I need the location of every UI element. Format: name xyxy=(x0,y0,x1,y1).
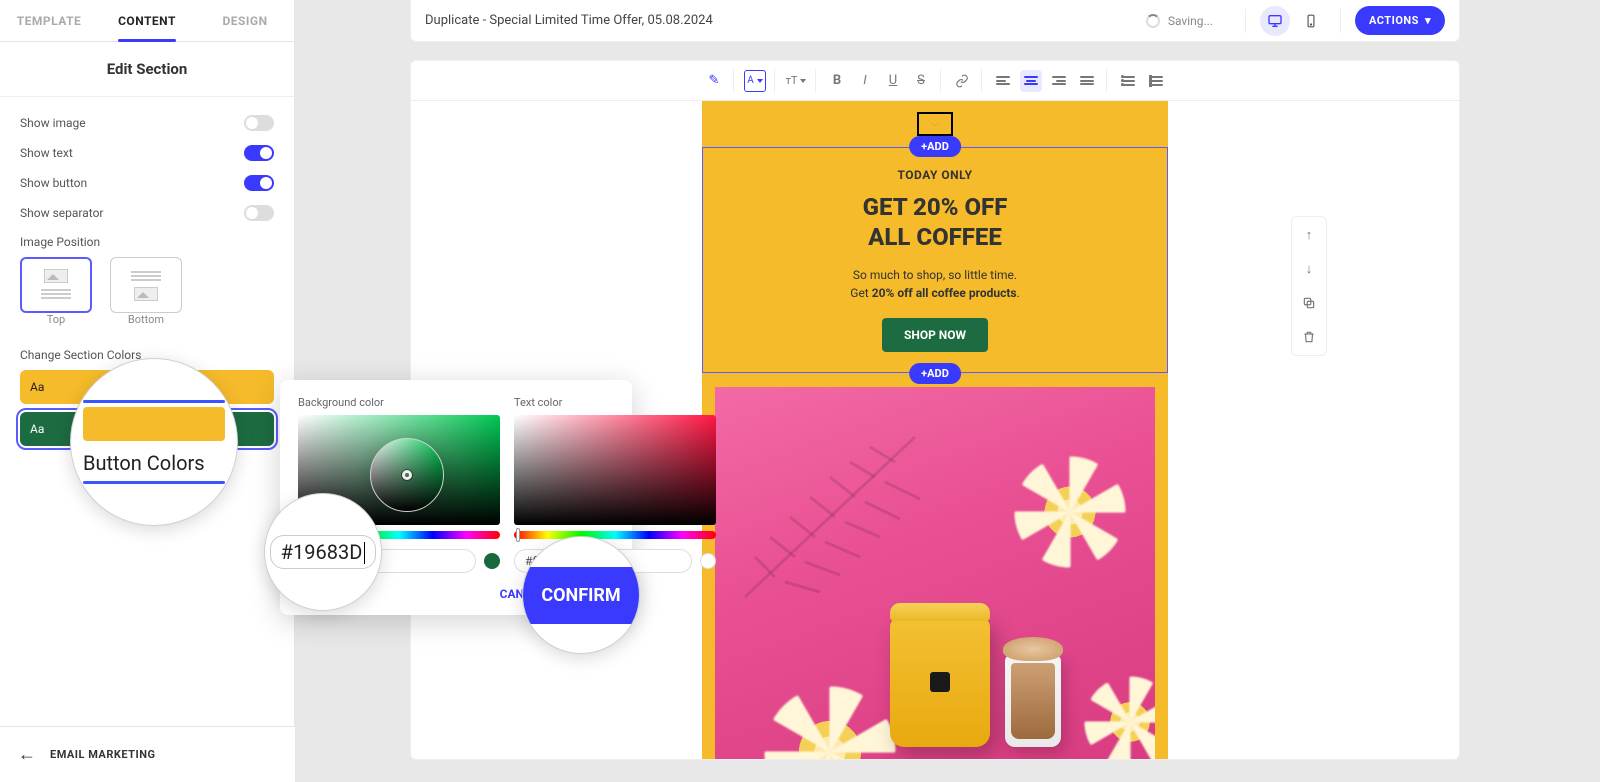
italic-button[interactable]: I xyxy=(854,70,876,92)
promo-body: So much to shop, so little time. Get 20%… xyxy=(733,266,1137,302)
delete-button[interactable] xyxy=(1299,327,1319,347)
selected-section[interactable]: +ADD TODAY ONLY GET 20% OFF ALL COFFEE S… xyxy=(702,147,1168,373)
align-center-button[interactable] xyxy=(1020,70,1042,92)
paint-format-icon[interactable]: ✎ xyxy=(703,70,725,92)
text-saturation-field[interactable] xyxy=(514,415,716,525)
bullet-list-button[interactable] xyxy=(1117,70,1139,92)
chevron-down-icon: ▾ xyxy=(1425,14,1431,27)
flower-decor xyxy=(1025,467,1115,557)
text-hue-slider[interactable] xyxy=(514,531,716,539)
tab-content[interactable]: CONTENT xyxy=(98,0,196,41)
move-down-button[interactable]: ↓ xyxy=(1299,259,1319,279)
number-list-button[interactable] xyxy=(1145,70,1167,92)
bold-button[interactable]: B xyxy=(826,70,848,92)
text-swatch-icon xyxy=(700,553,716,569)
bg-swatch-icon xyxy=(484,553,500,569)
section-title: Edit Section xyxy=(0,42,294,97)
footer-bar: ← EMAIL MARKETING xyxy=(0,726,295,782)
leaf-shadow-icon xyxy=(735,407,995,607)
device-mobile[interactable] xyxy=(1296,6,1326,36)
image-position-bottom[interactable]: Bottom xyxy=(110,257,182,326)
spinner-icon xyxy=(1146,14,1160,28)
magnifier-confirm-label: CONFIRM xyxy=(522,567,640,624)
image-position-options: Top Bottom xyxy=(20,257,274,326)
picker-ring-icon xyxy=(402,470,412,480)
actions-button[interactable]: ACTIONS ▾ xyxy=(1355,6,1445,35)
magnifier-button-colors-label: Button Colors xyxy=(79,445,229,481)
document-title[interactable]: Duplicate - Special Limited Time Offer, … xyxy=(425,13,1128,28)
section-float-actions: ↑ ↓ xyxy=(1291,216,1327,356)
text-hue-cursor[interactable] xyxy=(516,528,520,542)
label-show-text: Show text xyxy=(20,146,73,160)
flower-decor-3 xyxy=(1095,687,1155,757)
align-justify-button[interactable] xyxy=(1076,70,1098,92)
swatch-button-sample: Aa xyxy=(30,422,44,436)
save-status: Saving... xyxy=(1128,14,1231,28)
align-right-button[interactable] xyxy=(1048,70,1070,92)
magnifier-picker-cursor xyxy=(370,438,444,512)
move-up-button[interactable]: ↑ xyxy=(1299,225,1319,245)
toggle-show-separator[interactable] xyxy=(244,205,274,221)
promo-headline: GET 20% OFF ALL COFFEE xyxy=(733,192,1137,252)
shop-now-button[interactable]: SHOP NOW xyxy=(882,318,988,352)
strike-button[interactable]: S xyxy=(910,70,932,92)
actions-button-label: ACTIONS xyxy=(1369,14,1419,27)
hero-image xyxy=(715,387,1155,760)
device-desktop[interactable] xyxy=(1260,6,1290,36)
device-toggle xyxy=(1260,6,1326,36)
save-status-text: Saving... xyxy=(1168,14,1213,28)
image-position-top-label: Top xyxy=(20,313,92,326)
label-show-image: Show image xyxy=(20,116,86,130)
tab-template[interactable]: TEMPLATE xyxy=(0,0,98,41)
magnifier-hex: #19683D xyxy=(264,493,382,611)
add-below-button[interactable]: +ADD xyxy=(909,363,961,384)
toggle-show-text[interactable] xyxy=(244,145,274,161)
image-position-bottom-label: Bottom xyxy=(110,313,182,326)
bg-color-label: Background color xyxy=(298,396,500,409)
tab-design[interactable]: DESIGN xyxy=(196,0,294,41)
swatch-text-sample: Aa xyxy=(30,380,44,394)
body-line2: Get 20% off all coffee products. xyxy=(733,284,1137,302)
magnifier-button-colors: Button Colors xyxy=(70,358,238,526)
rich-text-toolbar: ✎ A тT B I U S xyxy=(411,61,1459,101)
headline-line1: GET 20% OFF xyxy=(733,192,1137,222)
toggle-show-button[interactable] xyxy=(244,175,274,191)
magnifier-hex-value: #19683D xyxy=(270,535,377,569)
product-bag xyxy=(890,617,990,747)
sidebar-tabs: TEMPLATE CONTENT DESIGN xyxy=(0,0,294,42)
font-color-button[interactable]: A xyxy=(744,70,766,92)
label-show-button: Show button xyxy=(20,176,87,190)
label-show-separator: Show separator xyxy=(20,206,103,220)
topbar: Duplicate - Special Limited Time Offer, … xyxy=(410,0,1460,42)
footer-label: EMAIL MARKETING xyxy=(50,748,155,761)
flower-decor-2 xyxy=(775,697,885,760)
align-left-button[interactable] xyxy=(992,70,1014,92)
product-cup xyxy=(1005,655,1061,747)
mail-icon xyxy=(917,112,953,136)
back-arrow-icon[interactable]: ← xyxy=(18,744,36,765)
promo-tag: TODAY ONLY xyxy=(733,168,1137,182)
link-button[interactable] xyxy=(951,70,973,92)
underline-button[interactable]: U xyxy=(882,70,904,92)
add-above-button[interactable]: +ADD xyxy=(909,136,961,157)
text-color-label: Text color xyxy=(514,396,716,409)
duplicate-button[interactable] xyxy=(1299,293,1319,313)
headline-line2: ALL COFFEE xyxy=(733,222,1137,252)
image-position-top[interactable]: Top xyxy=(20,257,92,326)
email-preview: +ADD TODAY ONLY GET 20% OFF ALL COFFEE S… xyxy=(702,101,1168,760)
magnifier-confirm: CONFIRM xyxy=(522,536,640,654)
image-position-label: Image Position xyxy=(20,235,274,249)
font-size-button[interactable]: тT xyxy=(785,70,807,92)
toggle-show-image[interactable] xyxy=(244,115,274,131)
body-line1: So much to shop, so little time. xyxy=(733,266,1137,284)
